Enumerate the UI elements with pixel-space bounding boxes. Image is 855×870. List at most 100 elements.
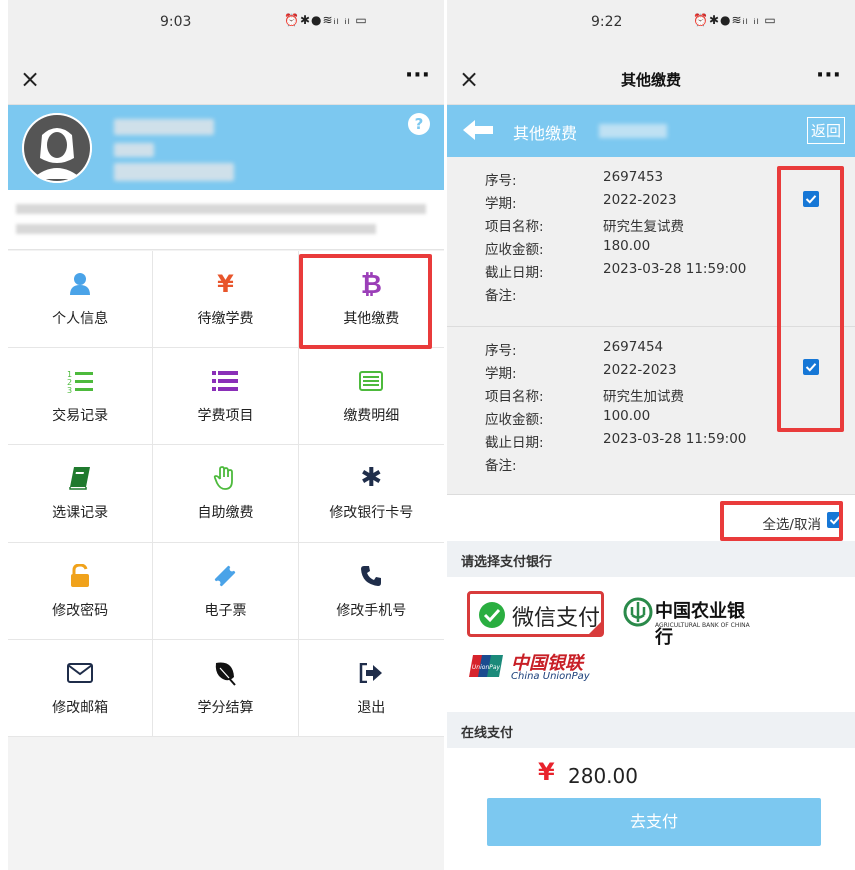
info-band-redacted — [8, 190, 444, 250]
total-amount: 280.00 — [568, 764, 638, 788]
select-all-bar: 全选/取消 — [447, 495, 855, 541]
menu-item[interactable]: 电子票 — [153, 542, 299, 640]
wechat-check-icon — [479, 602, 505, 628]
menu-item[interactable]: 学分结算 — [153, 639, 299, 737]
fee-field-value: 2697454 — [603, 339, 664, 355]
menu-item[interactable]: 学费项目 — [153, 348, 299, 446]
menu-item-label: 退出 — [357, 699, 386, 716]
menu-item[interactable]: 个人信息 — [8, 251, 154, 349]
fee-field-label: 序号: — [485, 173, 517, 189]
unionpay-name-en: China UnionPay — [511, 671, 590, 682]
abc-bank-option[interactable]: 中国农业银行 AGRICULTURAL BANK OF CHINA — [621, 589, 761, 648]
fee-field-value: 2697453 — [603, 169, 664, 185]
fee-field-label: 学期: — [485, 196, 517, 212]
wechat-pay-option[interactable]: 微信支付 — [467, 591, 604, 637]
menu-item-label: 修改密码 — [52, 602, 109, 619]
more-icon[interactable]: ··· — [816, 63, 841, 88]
fee-field-value: 100.00 — [603, 408, 651, 424]
menu-item-label: 待缴学费 — [197, 311, 254, 328]
menu-item-label: 修改银行卡号 — [329, 505, 414, 522]
wechat-pay-label: 微信支付 — [512, 606, 601, 631]
logout-icon — [359, 659, 383, 687]
envelope-icon — [67, 659, 94, 687]
sub-header: 其他缴费 返回 — [447, 105, 855, 157]
online-pay-header: 在线支付 — [447, 712, 855, 748]
menu-item-label: 电子票 — [204, 602, 247, 619]
menu-item[interactable]: 修改邮箱 — [8, 639, 154, 737]
menu-item[interactable]: 自助缴费 — [153, 445, 299, 543]
id-redacted — [114, 143, 154, 157]
menu-item[interactable]: 修改密码 — [8, 542, 154, 640]
bank-section-title: 请选择支付银行 — [461, 555, 553, 570]
online-pay-title: 在线支付 — [461, 726, 514, 741]
table-icon — [359, 367, 384, 395]
fee-field-row: 项目名称: 研究生加试费 — [447, 385, 855, 408]
title-redacted — [599, 124, 667, 138]
unionpay-logo-icon: UnionPay — [469, 655, 503, 677]
redacted-line — [16, 224, 376, 234]
menu-item[interactable]: 选课记录 — [8, 445, 154, 543]
ticket-icon — [213, 562, 237, 590]
menu-item-label: 缴费明细 — [343, 408, 400, 425]
fee-checkbox[interactable] — [803, 191, 819, 207]
select-all-checkbox[interactable] — [827, 512, 843, 528]
fee-field-label: 备注: — [485, 288, 517, 304]
unlock-icon — [69, 562, 91, 590]
unionpay-option[interactable]: UnionPay 中国银联 China UnionPay — [469, 647, 607, 687]
nav-bar: × ··· — [8, 55, 444, 105]
fee-field-label: 截止日期: — [485, 265, 544, 281]
menu-item-label: 个人信息 — [52, 311, 109, 328]
fee-field-row: 应收金额: 180.00 — [447, 238, 855, 261]
fee-field-value: 2022-2023 — [603, 362, 677, 378]
help-icon[interactable]: ? — [408, 113, 430, 135]
menu-item-label: 学费项目 — [197, 408, 254, 425]
menu-item-label: 修改手机号 — [336, 602, 407, 619]
back-button[interactable]: 返回 — [806, 117, 845, 144]
user-icon — [69, 270, 91, 298]
left-phone-screen: 9:03 ⏰✱●≋ᵢₗ ᵢₗ ▭ × ··· ? 个人信息 ¥ 待缴学费 ₿ 其他缴费 1… — [8, 0, 444, 870]
select-all-label[interactable]: 全选/取消 — [762, 513, 821, 533]
fee-field-label: 备注: — [485, 458, 517, 474]
status-icons: ⏰✱●≋ᵢₗ ᵢₗ ▭ — [284, 13, 368, 27]
fee-field-value: 2022-2023 — [603, 192, 677, 208]
close-icon[interactable]: × — [20, 65, 40, 93]
fee-field-value: 180.00 — [603, 238, 651, 254]
back-arrow-icon[interactable] — [461, 119, 495, 145]
leaf-icon — [213, 659, 237, 687]
menu-item-label: 学分结算 — [197, 699, 254, 716]
menu-item[interactable]: 退出 — [298, 640, 444, 737]
menu-item[interactable]: 缴费明细 — [298, 348, 444, 446]
menu-item-label: 其他缴费 — [343, 311, 400, 328]
fee-field-label: 学期: — [485, 366, 517, 382]
redacted-line — [16, 204, 426, 214]
fee-field-label: 应收金额: — [485, 412, 544, 428]
avatar-silhouette-icon — [22, 113, 92, 183]
abc-logo-icon — [623, 597, 653, 627]
fee-field-row: 应收金额: 100.00 — [447, 408, 855, 431]
menu-item-label: 自助缴费 — [197, 505, 254, 522]
menu-item[interactable]: ¥ 待缴学费 — [153, 251, 299, 349]
more-icon[interactable]: ··· — [405, 63, 430, 88]
fee-field-row: 序号: 2697454 — [447, 339, 855, 362]
status-bar: 9:22 ⏰✱●≋ᵢₗ ᵢₗ ▭ — [447, 0, 855, 55]
pay-button[interactable]: 去支付 — [487, 798, 821, 846]
bank-section-header: 请选择支付银行 — [447, 541, 855, 577]
nav-bar: × 其他缴费 ··· — [447, 55, 855, 105]
status-time: 9:03 — [160, 14, 192, 30]
menu-item[interactable]: 1 2 3 交易记录 — [8, 348, 154, 446]
avatar[interactable] — [22, 113, 92, 183]
book-icon — [69, 464, 91, 492]
fee-list: 序号: 2697453 学期: 2022-2023 项目名称: 研究生复试费 应收金额: 18… — [447, 157, 855, 495]
menu-item[interactable]: 修改手机号 — [298, 543, 444, 640]
currency-symbol: ¥ — [538, 758, 555, 786]
fee-field-row: 备注: — [447, 284, 855, 307]
fee-item: 序号: 2697454 学期: 2022-2023 项目名称: 研究生加试费应收金额: 10… — [447, 327, 855, 495]
fee-checkbox[interactable] — [803, 359, 819, 375]
fee-field-row: 项目名称: 研究生复试费 — [447, 215, 855, 238]
function-menu-grid: 个人信息 ¥ 待缴学费 ₿ 其他缴费 1 2 3 交易记录 学费项目 缴费明细选课记录 自助缴费 ✱ 修改… — [8, 251, 444, 737]
menu-item[interactable]: ₿ 其他缴费 — [298, 251, 444, 349]
menu-item[interactable]: ✱ 修改银行卡号 — [298, 445, 444, 543]
svg-text:3: 3 — [67, 386, 72, 393]
yen-icon: ¥ — [217, 270, 234, 299]
numbered-list-icon: 123 — [67, 367, 94, 395]
